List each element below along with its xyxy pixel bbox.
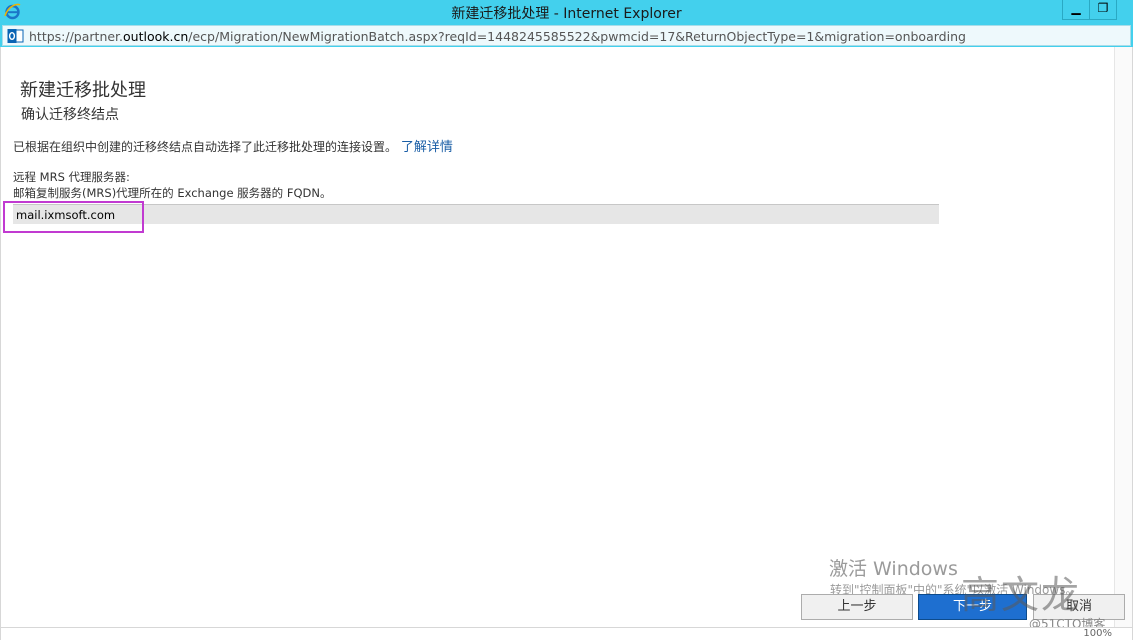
back-button[interactable]: 上一步	[801, 594, 913, 620]
status-bar: 100%	[1, 627, 1132, 640]
minimize-button[interactable]: ▁	[1062, 0, 1090, 20]
restore-button[interactable]: ❐	[1089, 0, 1117, 20]
mrs-proxy-label: 远程 MRS 代理服务器:	[13, 170, 130, 184]
window-title: 新建迁移批处理 - Internet Explorer	[451, 6, 682, 22]
minimize-icon: ▁	[1071, 1, 1081, 15]
mrs-proxy-hint: 邮箱复制服务(MRS)代理所在的 Exchange 服务器的 FQDN。	[13, 186, 332, 200]
learn-more-link[interactable]: 了解详情	[401, 140, 453, 155]
watermark-logo: 高文龙	[961, 573, 1082, 617]
mrs-proxy-input[interactable]	[13, 204, 939, 224]
window-title-bar: 新建迁移批处理 - Internet Explorer ▁ ❐	[0, 0, 1133, 24]
outlook-icon	[7, 29, 24, 43]
activate-windows-title: 激活 Windows	[829, 558, 958, 580]
page-title: 新建迁移批处理	[20, 80, 146, 101]
address-bar: https://partner.outlook.cn/ecp/Migration…	[0, 24, 1133, 47]
vertical-scrollbar[interactable]	[1114, 47, 1132, 627]
url-prefix: https://partner.	[29, 29, 124, 44]
description-text: 已根据在组织中创建的迁移终结点自动选择了此迁移批处理的连接设置。	[13, 140, 398, 154]
restore-icon: ❐	[1097, 1, 1109, 15]
address-field[interactable]: https://partner.outlook.cn/ecp/Migration…	[2, 25, 1131, 46]
url-host: outlook.cn	[123, 29, 189, 44]
zoom-level[interactable]: 100%	[1083, 628, 1112, 639]
address-url: https://partner.outlook.cn/ecp/Migration…	[29, 29, 966, 44]
page-content: 新建迁移批处理 确认迁移终结点 已根据在组织中创建的迁移终结点自动选择了此迁移批…	[0, 47, 1133, 640]
description: 已根据在组织中创建的迁移终结点自动选择了此迁移批处理的连接设置。 了解详情	[13, 136, 453, 155]
url-path: /ecp/Migration/NewMigrationBatch.aspx?re…	[188, 29, 966, 44]
page-subtitle: 确认迁移终结点	[21, 107, 119, 123]
